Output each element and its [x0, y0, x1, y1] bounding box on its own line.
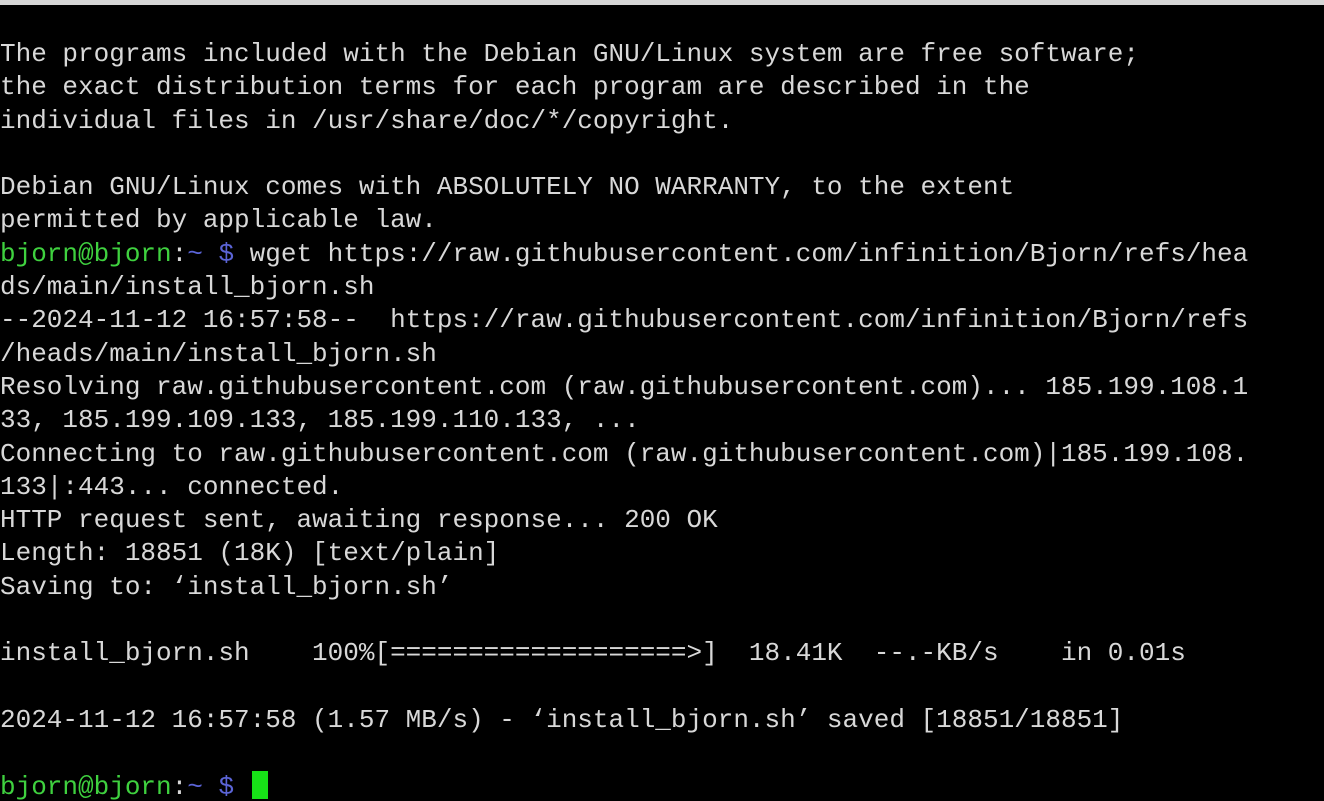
output-line: HTTP request sent, awaiting response... … [0, 505, 718, 536]
prompt-line[interactable]: bjorn@bjorn:~ $ [0, 770, 1248, 801]
motd-line: the exact distribution terms for each pr… [0, 72, 1030, 103]
prompt-separator: : [171, 238, 188, 269]
output-line: Length: 18851 (18K) [text/plain] [0, 538, 500, 569]
prompt-path: ~ [187, 771, 203, 801]
motd-line: permitted by applicable law. [0, 205, 437, 236]
prompt-user-host: bjorn@bjorn [0, 238, 172, 269]
prompt-symbol: $ [202, 771, 250, 801]
output-line: Resolving raw.githubusercontent.com (raw… [0, 371, 1249, 402]
text-cursor [251, 770, 268, 799]
output-line: 33, 185.199.109.133, 185.199.110.133, ..… [0, 405, 640, 436]
download-progress-line: install_bjorn.sh 100%[==================… [0, 638, 1186, 669]
output-line: Saving to: ‘install_bjorn.sh’ [0, 571, 453, 602]
prompt-user-host: bjorn@bjorn [0, 771, 172, 801]
output-line: 133|:443... connected. [0, 471, 344, 502]
command-line: bjorn@bjorn:~ $ wget https://raw.githubu… [0, 238, 1248, 271]
output-line: /heads/main/install_bjorn.sh [0, 338, 437, 369]
terminal-output: The programs included with the Debian GN… [0, 38, 1248, 801]
motd-line: individual files in /usr/share/doc/*/cop… [0, 105, 734, 136]
prompt-separator: : [171, 771, 188, 801]
motd-line: Debian GNU/Linux comes with ABSOLUTELY N… [0, 172, 1015, 203]
command-text: wget https://raw.githubusercontent.com/i… [249, 238, 1249, 269]
output-line: --2024-11-12 16:57:58-- https://raw.gith… [0, 305, 1249, 336]
output-line: ds/main/install_bjorn.sh [0, 272, 375, 303]
prompt-path: ~ [187, 238, 203, 269]
output-line: Connecting to raw.githubusercontent.com … [0, 438, 1249, 469]
saved-line: 2024-11-12 16:57:58 (1.57 MB/s) - ‘insta… [0, 704, 1124, 735]
terminal-window[interactable]: The programs included with the Debian GN… [0, 5, 1324, 801]
motd-line: The programs included with the Debian GN… [0, 39, 1139, 69]
prompt-symbol: $ [202, 238, 250, 269]
motd-line [0, 138, 1248, 171]
